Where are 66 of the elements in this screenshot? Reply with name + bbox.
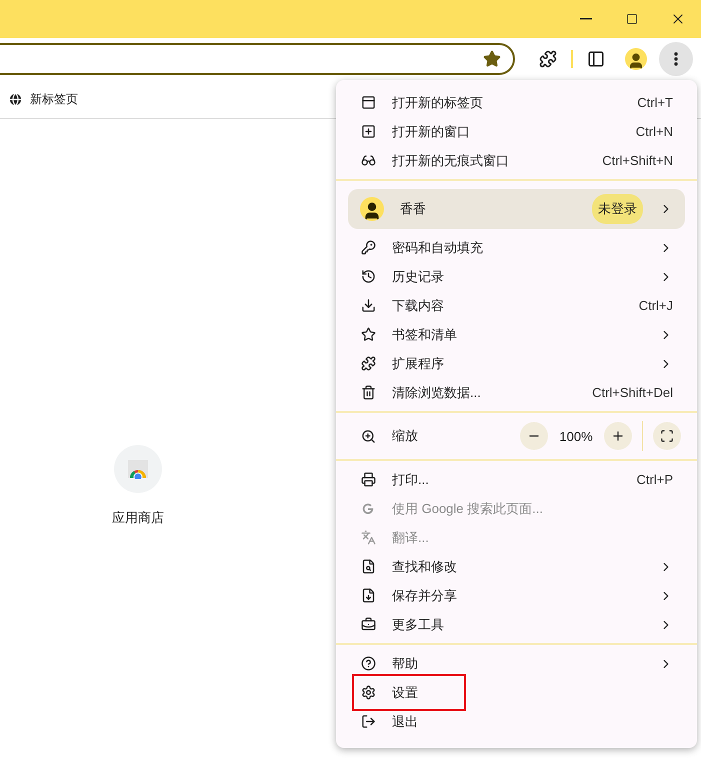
shortcut-hint: Ctrl+Shift+N <box>602 153 673 168</box>
shortcut-tile[interactable] <box>114 445 162 493</box>
maximize-icon <box>626 13 638 25</box>
shortcut-label: 应用商店 <box>112 509 164 527</box>
minimize-icon <box>580 18 592 20</box>
status-badge: 未登录 <box>592 194 643 224</box>
menu-item[interactable]: 清除浏览数据... Ctrl+Shift+Del <box>336 378 697 407</box>
download-icon <box>360 298 376 313</box>
fullscreen-button[interactable] <box>653 422 681 450</box>
menu-item[interactable]: 密码和自动填充 <box>336 233 697 262</box>
avatar-icon <box>360 197 384 221</box>
side-panel-icon <box>587 50 605 68</box>
history-icon <box>360 269 376 284</box>
google-g-icon <box>361 502 375 516</box>
fullscreen-icon <box>660 429 674 443</box>
key-icon <box>360 240 376 255</box>
tab-icon <box>360 95 376 110</box>
avatar-icon <box>625 48 647 70</box>
zoom-label: 缩放 <box>392 427 419 445</box>
menu-item[interactable]: 查找和修改 <box>336 552 697 581</box>
menu-item[interactable]: 打开新的无痕式窗口 Ctrl+Shift+N <box>336 146 697 175</box>
menu-item[interactable]: 帮助 <box>336 649 697 678</box>
zoom-value: 100% <box>558 428 594 444</box>
menu-item[interactable]: 打开新的窗口 Ctrl+N <box>336 117 697 146</box>
help-icon <box>360 656 376 671</box>
bookmark-star-icon[interactable] <box>483 50 501 68</box>
file-search-icon <box>360 559 376 574</box>
store-icon <box>127 459 149 479</box>
printer-icon <box>360 472 376 487</box>
bookmark-link[interactable]: 新标签页 <box>8 90 78 108</box>
new-window-icon <box>360 124 376 139</box>
menu-item[interactable]: 书签和清单 <box>336 320 697 349</box>
puzzle-icon <box>539 50 557 68</box>
bookmark-label: 新标签页 <box>30 90 78 108</box>
glasses-icon <box>360 153 376 168</box>
menu-item[interactable]: 设置 <box>336 678 697 707</box>
profile-name: 香香 <box>400 200 427 218</box>
menu-icon <box>674 52 678 66</box>
menu-item[interactable]: 打开新的标签页 Ctrl+T <box>336 88 697 117</box>
briefcase-icon <box>360 617 376 632</box>
translate-icon <box>360 530 376 545</box>
menu-item[interactable]: 退出 <box>336 707 697 736</box>
menu-item[interactable]: 历史记录 <box>336 262 697 291</box>
settings-icon <box>360 685 376 700</box>
trash-icon <box>360 385 376 400</box>
shortcut-hint: Ctrl+T <box>637 95 673 110</box>
zoom-in-button[interactable] <box>604 422 632 450</box>
plus-icon <box>611 429 625 443</box>
shortcut-hint: Ctrl+J <box>638 298 673 313</box>
menu-item[interactable]: 扩展程序 <box>336 349 697 378</box>
menu-item[interactable]: 更多工具 <box>336 610 697 639</box>
puzzle-icon <box>360 356 376 371</box>
shortcut-hint: Ctrl+Shift+Del <box>592 385 673 400</box>
menu-item[interactable]: 保存并分享 <box>336 581 697 610</box>
shortcut-hint: Ctrl+P <box>636 472 673 487</box>
file-download-icon <box>360 588 376 603</box>
globe-icon <box>8 92 23 106</box>
address-bar[interactable] <box>0 43 515 75</box>
exit-icon <box>360 714 376 729</box>
menu-button[interactable] <box>659 42 693 76</box>
profile-item[interactable]: 香香 未登录 <box>348 189 685 229</box>
menu-item[interactable]: 打印... Ctrl+P <box>336 465 697 494</box>
zoom-icon <box>360 428 376 444</box>
star-icon <box>360 327 376 342</box>
shortcut-hint: Ctrl+N <box>636 124 673 139</box>
menu-item[interactable]: 下载内容 Ctrl+J <box>336 291 697 320</box>
